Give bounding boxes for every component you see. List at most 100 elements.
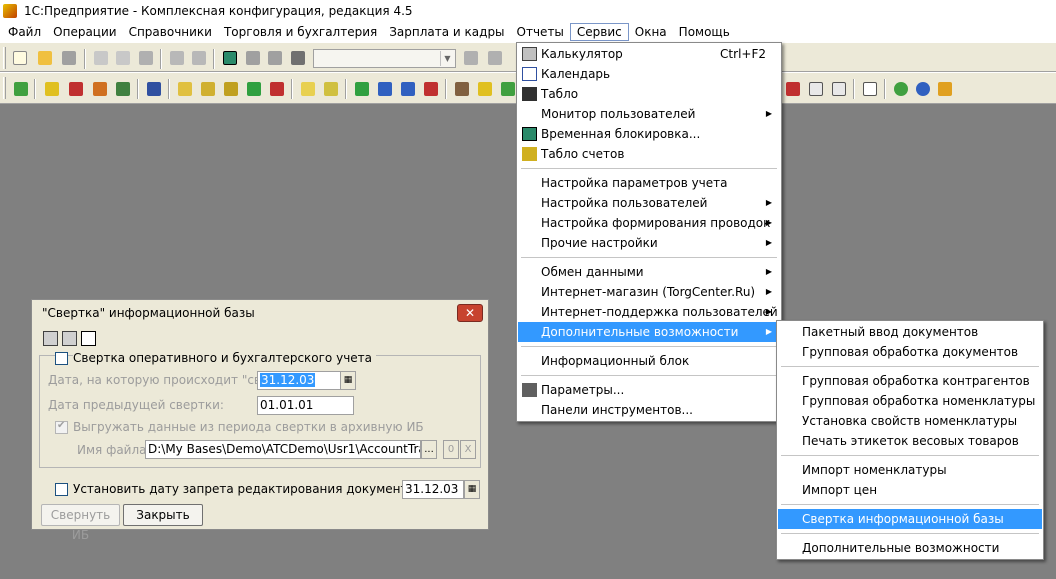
replace-icon[interactable]	[486, 49, 504, 67]
tool-icon-10[interactable]	[245, 80, 263, 98]
menu-item-board[interactable]: Табло	[518, 84, 780, 104]
calendar-icon[interactable]: ▦	[340, 371, 356, 390]
menu-operations[interactable]: Операции	[47, 23, 122, 41]
unlock-icon[interactable]	[43, 331, 58, 346]
search-combo[interactable]: ▼	[313, 49, 456, 68]
clear-button[interactable]: X	[460, 440, 476, 459]
help-icon[interactable]	[81, 331, 96, 346]
submenu-item-extra-features[interactable]: Дополнительные возможности	[778, 538, 1042, 558]
menu-service[interactable]: Сервис	[569, 23, 629, 41]
menu-item-web-support[interactable]: Интернет-поддержка пользователей ▶	[518, 302, 780, 322]
export-archive-checkbox[interactable]	[55, 420, 68, 434]
date-field[interactable]: 31.12.03	[257, 371, 341, 390]
submenu-item-group-items[interactable]: Групповая обработка номенклатуры	[778, 391, 1042, 411]
submenu-item-import-items[interactable]: Импорт номенклатуры	[778, 460, 1042, 480]
lock-icon[interactable]	[62, 331, 77, 346]
tool-icon-26[interactable]	[914, 80, 932, 98]
menu-item-temp-lock[interactable]: Временная блокировка...	[518, 124, 780, 144]
tool-icon-2[interactable]	[43, 80, 61, 98]
tool-icon-6[interactable]	[145, 80, 163, 98]
find-next-icon[interactable]	[462, 49, 480, 67]
tool-icon-14[interactable]	[353, 80, 371, 98]
tool-icon-3[interactable]	[67, 80, 85, 98]
calendar-icon	[522, 67, 537, 81]
menu-item-web-store[interactable]: Интернет-магазин (TorgCenter.Ru) ▶	[518, 282, 780, 302]
menu-help[interactable]: Помощь	[673, 23, 736, 41]
tool-icon-8[interactable]	[199, 80, 217, 98]
lock-date-checkbox[interactable]	[55, 483, 68, 496]
tool-icon-7[interactable]	[176, 80, 194, 98]
menu-item-accounts-board[interactable]: Табло счетов	[518, 144, 780, 164]
menu-reports[interactable]: Отчеты	[511, 23, 570, 41]
tool-icon-25[interactable]	[892, 80, 910, 98]
menu-item-user-monitor[interactable]: Монитор пользователей ▶	[518, 104, 780, 124]
tool-icon-21[interactable]	[784, 80, 802, 98]
redo-icon[interactable]	[266, 49, 284, 67]
submenu-item-group-docs[interactable]: Групповая обработка документов	[778, 342, 1042, 362]
undo-icon[interactable]	[244, 49, 262, 67]
tool-icon-18[interactable]	[453, 80, 471, 98]
menu-windows[interactable]: Окна	[629, 23, 673, 41]
service-menu: Калькулятор Ctrl+F2 Календарь Табло Мони…	[516, 42, 782, 422]
print-preview-icon[interactable]	[190, 49, 208, 67]
tool-icon-16[interactable]	[399, 80, 417, 98]
tool-icon-9[interactable]	[222, 80, 240, 98]
submenu-item-collapse-db[interactable]: Свертка информационной базы	[778, 509, 1042, 529]
menu-trade[interactable]: Торговля и бухгалтерия	[218, 23, 383, 41]
tool-icon-19[interactable]	[476, 80, 494, 98]
menu-item-other-settings[interactable]: Прочие настройки ▶	[518, 233, 780, 253]
submenu-item-item-properties[interactable]: Установка свойств номенклатуры	[778, 411, 1042, 431]
cut-icon[interactable]	[92, 49, 110, 67]
menu-item-accounting-params[interactable]: Настройка параметров учета	[518, 173, 780, 193]
copy-icon[interactable]	[114, 49, 132, 67]
menu-file[interactable]: Файл	[2, 23, 47, 41]
toolbar-grip[interactable]	[3, 77, 6, 99]
help-icon[interactable]	[221, 49, 239, 67]
tool-icon-5[interactable]	[114, 80, 132, 98]
tool-icon-27[interactable]	[936, 80, 954, 98]
submenu-item-import-prices[interactable]: Импорт цен	[778, 480, 1042, 500]
collapse-db-button[interactable]: Свернуть ИБ	[41, 504, 120, 542]
tool-icon-22[interactable]	[807, 80, 825, 98]
tool-icon-11[interactable]	[268, 80, 286, 98]
close-dialog-button[interactable]: Закрыть	[123, 504, 203, 526]
menu-payroll[interactable]: Зарплата и кадры	[383, 23, 510, 41]
menu-item-posting-settings[interactable]: Настройка формирования проводок ▶	[518, 213, 780, 233]
menu-item-calculator[interactable]: Калькулятор Ctrl+F2	[518, 44, 780, 64]
close-button[interactable]: ✕	[457, 304, 483, 322]
print-icon[interactable]	[168, 49, 186, 67]
menu-item-extra-features[interactable]: Дополнительные возможности ▶	[518, 322, 780, 342]
tool-icon-13[interactable]	[322, 80, 340, 98]
paste-icon[interactable]	[137, 49, 155, 67]
menu-item-toolbars[interactable]: Панели инструментов...	[518, 400, 780, 420]
tool-icon-23[interactable]	[830, 80, 848, 98]
new-document-icon[interactable]	[11, 49, 29, 67]
submenu-item-batch-input[interactable]: Пакетный ввод документов	[778, 322, 1042, 342]
tool-icon-1[interactable]	[12, 80, 30, 98]
tool-icon-15[interactable]	[376, 80, 394, 98]
tool-icon-4[interactable]	[91, 80, 109, 98]
open-file-button[interactable]: 0	[443, 440, 459, 459]
chevron-down-icon[interactable]: ▼	[440, 51, 454, 66]
menu-directories[interactable]: Справочники	[123, 23, 218, 41]
tool-icon-12[interactable]	[299, 80, 317, 98]
tool-icon-24[interactable]	[861, 80, 879, 98]
tool-icon-20[interactable]	[499, 80, 517, 98]
toolbar-grip[interactable]	[3, 47, 6, 69]
open-folder-icon[interactable]	[36, 49, 54, 67]
filename-field[interactable]: D:\My Bases\Demo\ATCDemo\Usr1\AccountTra…	[145, 440, 421, 459]
save-icon[interactable]	[60, 49, 78, 67]
menu-item-data-exchange[interactable]: Обмен данными ▶	[518, 262, 780, 282]
menu-item-user-settings[interactable]: Настройка пользователей ▶	[518, 193, 780, 213]
menu-item-info-block[interactable]: Информационный блок	[518, 351, 780, 371]
submenu-item-print-labels[interactable]: Печать этикеток весовых товаров	[778, 431, 1042, 451]
calendar-icon[interactable]: ▦	[464, 480, 480, 499]
submenu-item-group-partners[interactable]: Групповая обработка контрагентов	[778, 371, 1042, 391]
lock-date-field[interactable]: 31.12.03	[402, 480, 464, 499]
find-icon[interactable]	[289, 49, 307, 67]
browse-button[interactable]: ...	[421, 440, 437, 459]
tool-icon-17[interactable]	[422, 80, 440, 98]
menu-item-calendar[interactable]: Календарь	[518, 64, 780, 84]
collapse-accounting-checkbox[interactable]	[55, 352, 68, 365]
menu-item-parameters[interactable]: Параметры...	[518, 380, 780, 400]
